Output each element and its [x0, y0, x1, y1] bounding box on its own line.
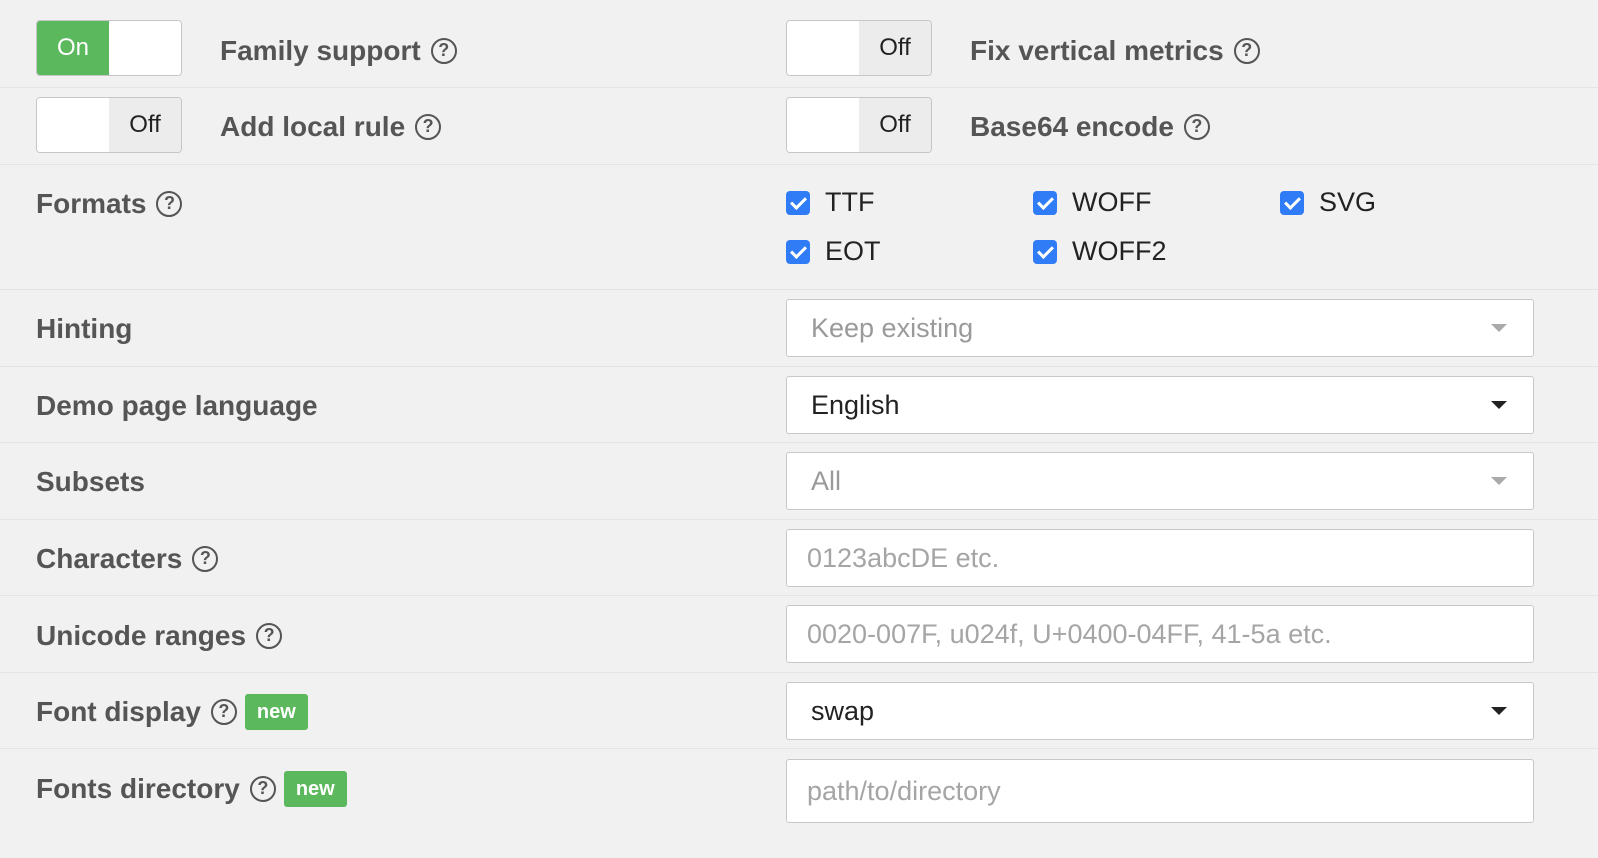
- fix-vertical-metrics-label: Fix vertical metrics?: [970, 34, 1260, 68]
- hinting-label: Hinting: [36, 313, 133, 344]
- toggle-state-label: Off: [859, 98, 931, 152]
- checkbox-checked-icon[interactable]: [786, 190, 810, 215]
- format-checkbox-svg[interactable]: SVG: [1280, 187, 1376, 218]
- chevron-down-icon: [1491, 707, 1507, 715]
- formats-label: Formats?: [36, 187, 183, 221]
- help-icon[interactable]: ?: [210, 698, 237, 725]
- font-display-select[interactable]: swap: [786, 682, 1534, 740]
- characters-placeholder: 0123abcDE etc.: [807, 543, 1000, 573]
- family-support-toggle[interactable]: On: [36, 20, 182, 76]
- font-display-selected-value: swap: [811, 696, 875, 726]
- help-icon[interactable]: ?: [192, 545, 219, 572]
- help-icon[interactable]: ?: [1233, 37, 1260, 64]
- hinting-select[interactable]: Keep existing: [786, 299, 1534, 357]
- font-display-label: Font display? new: [36, 693, 308, 732]
- characters-input[interactable]: 0123abcDE etc.: [786, 529, 1534, 587]
- fix-vertical-metrics-toggle[interactable]: Off: [786, 20, 932, 76]
- subsets-select[interactable]: All: [786, 452, 1534, 510]
- help-icon[interactable]: ?: [249, 775, 276, 802]
- checkbox-checked-icon[interactable]: [1280, 190, 1304, 215]
- base64-encode-label: Base64 encode?: [970, 110, 1210, 144]
- help-icon[interactable]: ?: [415, 113, 442, 140]
- new-badge: new: [244, 693, 308, 730]
- help-icon[interactable]: ?: [156, 190, 183, 217]
- format-checkbox-woff[interactable]: WOFF: [1033, 187, 1151, 218]
- unicode-ranges-placeholder: 0020-007F, u024f, U+0400-04FF, 41-5a etc…: [807, 619, 1332, 649]
- toggle-state-label: Off: [859, 21, 931, 75]
- help-icon[interactable]: ?: [1183, 113, 1210, 140]
- fonts-directory-input[interactable]: path/to/directory: [786, 759, 1534, 823]
- fonts-directory-label: Fonts directory? new: [36, 770, 347, 809]
- unicode-ranges-label: Unicode ranges?: [36, 619, 283, 653]
- hinting-selected-value: Keep existing: [811, 313, 974, 343]
- chevron-down-icon: [1491, 477, 1507, 485]
- help-icon[interactable]: ?: [256, 622, 283, 649]
- unicode-ranges-input[interactable]: 0020-007F, u024f, U+0400-04FF, 41-5a etc…: [786, 605, 1534, 663]
- toggle-state-label: On: [37, 21, 109, 75]
- toggle-state-label: Off: [109, 98, 181, 152]
- subsets-selected-value: All: [811, 466, 842, 496]
- help-icon[interactable]: ?: [430, 37, 457, 64]
- new-badge: new: [283, 770, 347, 807]
- format-checkbox-ttf[interactable]: TTF: [786, 187, 874, 218]
- checkbox-checked-icon[interactable]: [1033, 239, 1057, 264]
- subsets-label: Subsets: [36, 466, 145, 497]
- demo-page-language-label: Demo page language: [36, 390, 318, 421]
- chevron-down-icon: [1491, 324, 1507, 332]
- demo-language-selected-value: English: [811, 390, 900, 420]
- characters-label: Characters?: [36, 542, 219, 576]
- row-divider: [0, 165, 1598, 290]
- demo-page-language-select[interactable]: English: [786, 376, 1534, 434]
- add-local-rule-label: Add local rule?: [220, 110, 442, 144]
- family-support-label: Family support?: [220, 34, 457, 68]
- format-checkbox-woff2[interactable]: WOFF2: [1033, 236, 1167, 267]
- format-checkbox-eot[interactable]: EOT: [786, 236, 881, 267]
- chevron-down-icon: [1491, 401, 1507, 409]
- fonts-directory-placeholder: path/to/directory: [807, 776, 1001, 806]
- base64-encode-toggle[interactable]: Off: [786, 97, 932, 153]
- add-local-rule-toggle[interactable]: Off: [36, 97, 182, 153]
- checkbox-checked-icon[interactable]: [786, 239, 810, 264]
- checkbox-checked-icon[interactable]: [1033, 190, 1057, 215]
